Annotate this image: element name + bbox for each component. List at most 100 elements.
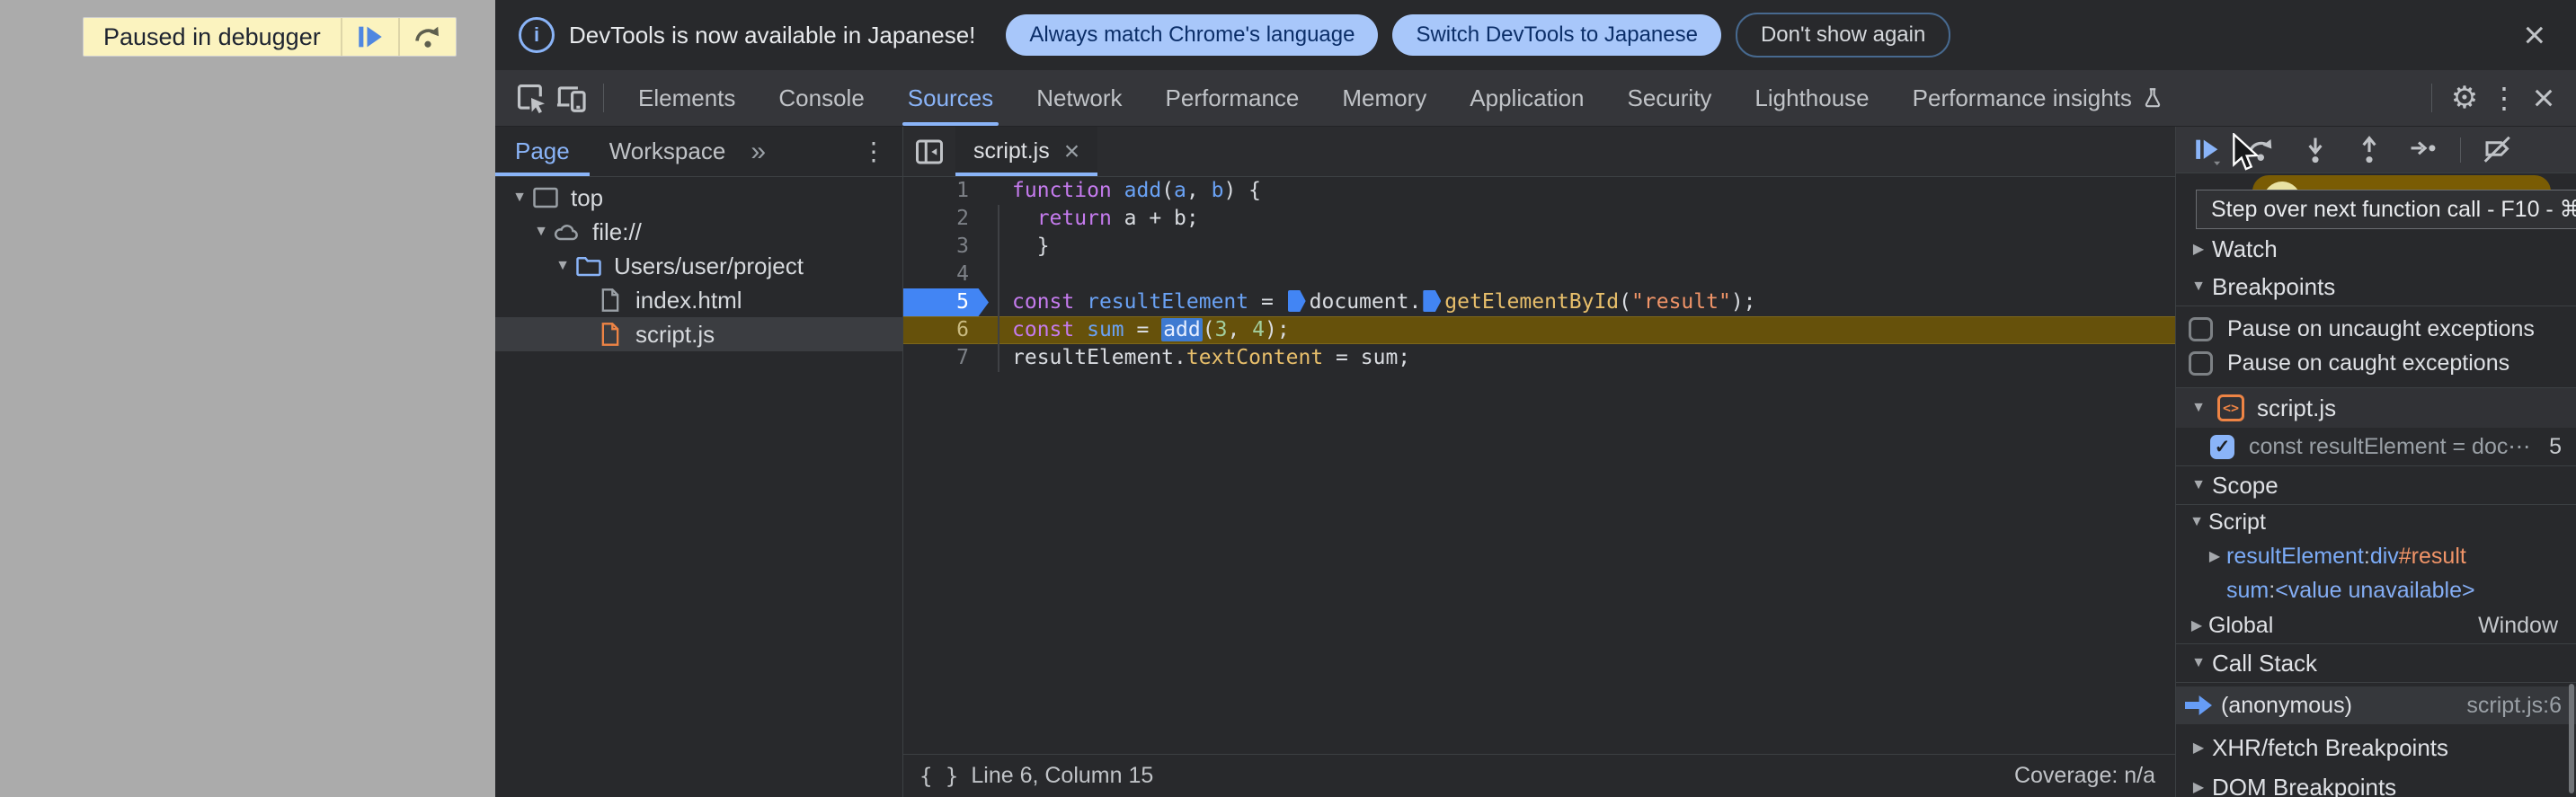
resume-script-button[interactable] <box>340 18 398 56</box>
pause-uncaught-exceptions-row[interactable]: Pause on uncaught exceptions <box>2176 312 2576 346</box>
tab-lighthouse[interactable]: Lighthouse <box>1733 70 1890 126</box>
section-label: Breakpoints <box>2212 272 2336 300</box>
settings-gear-icon[interactable]: ⚙ <box>2445 78 2484 118</box>
step-over-button-banner[interactable] <box>397 18 456 56</box>
checkbox-unchecked[interactable] <box>2189 316 2213 341</box>
toggle-navigator-icon[interactable] <box>903 127 955 176</box>
step-out-button[interactable] <box>2352 133 2386 167</box>
line-number[interactable]: 4 <box>903 261 989 288</box>
breakpoint-entry[interactable]: ✓ const resultElement = doc⋯ 5 <box>2176 428 2576 466</box>
tab-performance-insights-label: Performance insights <box>1912 84 2132 111</box>
scope-script-group[interactable]: ▼ Script <box>2176 505 2576 539</box>
chevron-down-icon: ▼ <box>2191 279 2206 294</box>
chevron-down-icon[interactable]: ▼ <box>529 224 553 240</box>
tree-item-file-origin[interactable]: ▼ file:// <box>495 215 902 249</box>
code-line-4[interactable]: 4 <box>903 261 2175 288</box>
token-def: b <box>1211 179 1224 202</box>
line-number[interactable]: 2 <box>903 205 989 233</box>
tree-item-project-folder[interactable]: ▼ Users/user/project <box>495 249 902 283</box>
navigator-tab-page[interactable]: Page <box>495 127 590 176</box>
line-number[interactable]: 7 <box>903 344 989 372</box>
code-line-3[interactable]: 3 } <box>903 233 2175 261</box>
checkbox-checked[interactable]: ✓ <box>2210 434 2234 459</box>
tab-application[interactable]: Application <box>1448 70 1605 126</box>
debugger-sections: ▶ Watch ▼ Breakpoints Pause on uncaught … <box>2176 230 2576 797</box>
chevron-down-icon[interactable]: ▼ <box>551 258 574 274</box>
tab-performance[interactable]: Performance <box>1144 70 1321 126</box>
section-xhr-breakpoints[interactable]: ▶ XHR/fetch Breakpoints <box>2176 728 2576 767</box>
tab-elements[interactable]: Elements <box>617 70 757 126</box>
breakpoint-group-script-js[interactable]: ▼ <> script.js <box>2176 388 2576 428</box>
file-icon-script <box>596 321 625 348</box>
exception-options: Pause on uncaught exceptions Pause on ca… <box>2176 306 2576 388</box>
navigator-menu-kebab-icon[interactable]: ⋮ <box>861 137 886 166</box>
navigator-more-tabs-icon[interactable]: » <box>751 137 766 167</box>
step-into-button[interactable] <box>2298 133 2332 167</box>
inline-breakpoint-marker[interactable] <box>1287 290 1306 312</box>
code-line-1[interactable]: 1 function add(a, b) { <box>903 177 2175 205</box>
code-line-6[interactable]: 6 const sum = add(3, 4); <box>903 316 2175 344</box>
scope-var-resultElement[interactable]: ▶ resultElement: div #result <box>2176 539 2576 573</box>
chevron-down-icon[interactable]: ▼ <box>508 190 531 206</box>
token-pl: } <box>1012 235 1050 258</box>
editor-tab-script-js[interactable]: script.js × <box>955 127 1098 176</box>
code-lines[interactable]: 1 function add(a, b) {2 return a + b; 3 } 4… <box>903 177 2175 754</box>
token-def: sum <box>1087 318 1124 341</box>
code-line-5[interactable]: 5 const resultElement = document. getEleme… <box>903 288 2175 316</box>
tab-console[interactable]: Console <box>757 70 885 126</box>
sidebar-scrollbar-thumb[interactable] <box>2569 684 2574 793</box>
chevron-right-icon: ▶ <box>2192 242 2205 257</box>
var-value-unavailable: <value unavailable> <box>2275 577 2475 603</box>
scope-global-group[interactable]: ▶ Global Window <box>2176 607 2576 644</box>
section-dom-breakpoints[interactable]: ▶ DOM Breakpoints <box>2176 767 2576 797</box>
code-text: return a + b; <box>989 205 1199 233</box>
deactivate-breakpoints-button[interactable] <box>2481 133 2515 167</box>
section-breakpoints[interactable]: ▼ Breakpoints <box>2176 268 2576 306</box>
step-button[interactable] <box>2406 133 2440 167</box>
inspect-element-icon[interactable] <box>511 78 551 118</box>
code-line-2[interactable]: 2 return a + b; <box>903 205 2175 233</box>
folder-icon <box>574 252 603 279</box>
line-number[interactable]: 1 <box>903 177 989 205</box>
tab-security[interactable]: Security <box>1606 70 1734 126</box>
notification-close-icon[interactable]: × <box>2523 16 2545 54</box>
token-def: a <box>1174 179 1186 202</box>
scope-var-sum[interactable]: sum: <value unavailable> <box>2176 573 2576 607</box>
section-watch[interactable]: ▶ Watch <box>2176 230 2576 268</box>
pretty-print-icon[interactable]: { } <box>919 764 958 789</box>
tab-performance-insights[interactable]: Performance insights <box>1891 70 2186 126</box>
resume-script-button[interactable] <box>2190 133 2225 167</box>
chevron-down-icon: ▼ <box>2190 514 2204 529</box>
tab-sources[interactable]: Sources <box>886 70 1015 126</box>
token-pl: a + b; <box>1111 207 1199 230</box>
tab-memory[interactable]: Memory <box>1320 70 1448 126</box>
tree-item-top[interactable]: ▼ top <box>495 181 902 215</box>
section-scope[interactable]: ▼ Scope <box>2176 466 2576 505</box>
notification-bar: i DevTools is now available in Japanese!… <box>495 0 2576 70</box>
chevron-right-icon: ▶ <box>2208 549 2221 564</box>
tab-network[interactable]: Network <box>1015 70 1143 126</box>
switch-to-japanese-button[interactable]: Switch DevTools to Japanese <box>1392 14 1721 56</box>
close-tab-icon[interactable]: × <box>1064 137 1080 167</box>
navigator-tab-workspace[interactable]: Workspace <box>590 127 746 176</box>
checkbox-unchecked[interactable] <box>2189 350 2213 376</box>
step-over-button[interactable] <box>2244 133 2278 167</box>
code-text: const resultElement = document. getElemen… <box>989 288 1756 316</box>
call-stack-frame[interactable]: (anonymous) script.js:6 <box>2176 686 2576 724</box>
device-toolbar-icon[interactable] <box>551 78 591 118</box>
inline-breakpoint-marker[interactable] <box>1423 290 1442 312</box>
navigator-pane: Page Workspace » ⋮ ▼ top ▼ file:// ▼ Use… <box>495 127 903 797</box>
tree-item-script-js[interactable]: script.js <box>495 317 902 351</box>
pause-caught-exceptions-row[interactable]: Pause on caught exceptions <box>2176 346 2576 380</box>
frame-icon <box>531 184 560 211</box>
line-number[interactable]: 6 <box>903 316 989 344</box>
devtools-menu-kebab-icon[interactable]: ⋮ <box>2484 78 2524 118</box>
always-match-language-button[interactable]: Always match Chrome's language <box>1006 14 1379 56</box>
dont-show-again-button[interactable]: Don't show again <box>1735 13 1951 58</box>
section-call-stack[interactable]: ▼ Call Stack <box>2176 644 2576 683</box>
tree-item-index-html[interactable]: index.html <box>495 283 902 317</box>
code-line-7[interactable]: 7 resultElement.textContent = sum; <box>903 344 2175 372</box>
line-number[interactable]: 3 <box>903 233 989 261</box>
breakpoint-flag[interactable]: 5 <box>903 288 989 316</box>
devtools-close-icon[interactable]: × <box>2524 78 2563 118</box>
